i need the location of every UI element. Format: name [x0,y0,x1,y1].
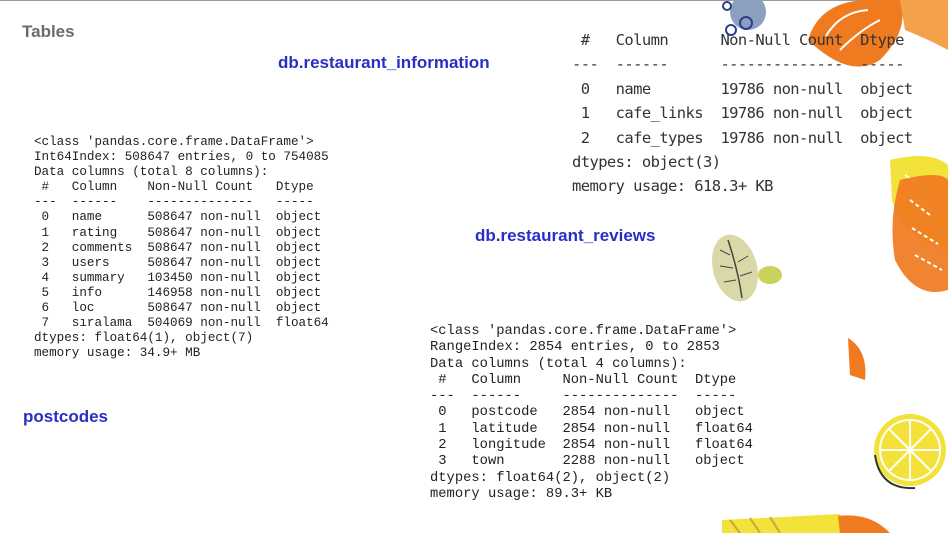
info-line: # Column Non-Null Count Dtype [572,31,905,49]
main-dataframe-info-output: <class 'pandas.core.frame.DataFrame'> In… [34,135,329,361]
info-line: Data columns (total 4 columns): [430,356,687,372]
info-line: 7 sıralama 504069 non-null float64 [34,316,329,331]
slide-title: Tables [22,22,75,41]
info-line: 0 postcode 2854 non-null object [430,405,745,421]
info-line: 0 name 508647 non-null object [34,210,322,225]
orange-slice-icon [848,338,866,380]
lemon-slice-icon [874,414,946,490]
info-line: dtypes: float64(1), object(7) [34,331,254,346]
leaf-icon [711,234,782,302]
info-line: dtypes: float64(2), object(2) [430,470,671,486]
info-line: 6 loc 508647 non-null object [34,301,322,316]
info-line: # Column Non-Null Count Dtype [34,180,314,195]
info-line: 2 comments 508647 non-null object [34,240,322,255]
restaurant-information-info-output: # Column Non-Null Count Dtype --- ------… [572,28,913,199]
info-line: 3 users 508647 non-null object [34,255,322,270]
info-line: Int64Index: 508647 entries, 0 to 754085 [34,150,329,165]
info-line: <class 'pandas.core.frame.DataFrame'> [34,135,314,149]
info-line: 5 info 146958 non-null object [34,285,322,300]
info-line: memory usage: 34.9+ MB [34,346,201,361]
label-postcodes: postcodes [23,407,109,426]
bubble-decoration [722,1,732,11]
info-line: 1 cafe_links 19786 non-null object [572,104,913,123]
info-line: 1 latitude 2854 non-null float64 [430,421,753,437]
info-line: memory usage: 618.3+ KB [572,177,773,196]
bubble-decoration [730,0,766,30]
info-line: RangeIndex: 2854 entries, 0 to 2853 [430,340,720,356]
info-line: # Column Non-Null Count Dtype [430,372,737,388]
info-line: Data columns (total 8 columns): [34,165,269,180]
info-line: --- ------ -------------- ----- [430,389,737,405]
postcodes-info-output: <class 'pandas.core.frame.DataFrame'> Ra… [430,324,753,503]
info-line: --- ------ -------------- ----- [34,195,314,210]
info-line: memory usage: 89.3+ KB [430,486,613,502]
info-line: 4 summary 103450 non-null object [34,270,322,285]
top-border [0,0,948,1]
info-line: 0 name 19786 non-null object [572,79,913,98]
fruit-strip-decoration [722,514,890,533]
info-line: 2 longitude 2854 non-null float64 [430,438,753,454]
info-line: dtypes: object(3) [572,153,721,172]
info-line: 3 town 2288 non-null object [430,454,745,470]
label-restaurant-reviews: db.restaurant_reviews [475,226,656,245]
info-line: 1 rating 508647 non-null object [34,225,322,240]
label-restaurant-information: db.restaurant_information [278,53,490,72]
info-line: <class 'pandas.core.frame.DataFrame'> [430,324,737,339]
info-line: 2 cafe_types 19786 non-null object [572,128,913,147]
info-line: --- ------ -------------- ----- [572,55,904,74]
